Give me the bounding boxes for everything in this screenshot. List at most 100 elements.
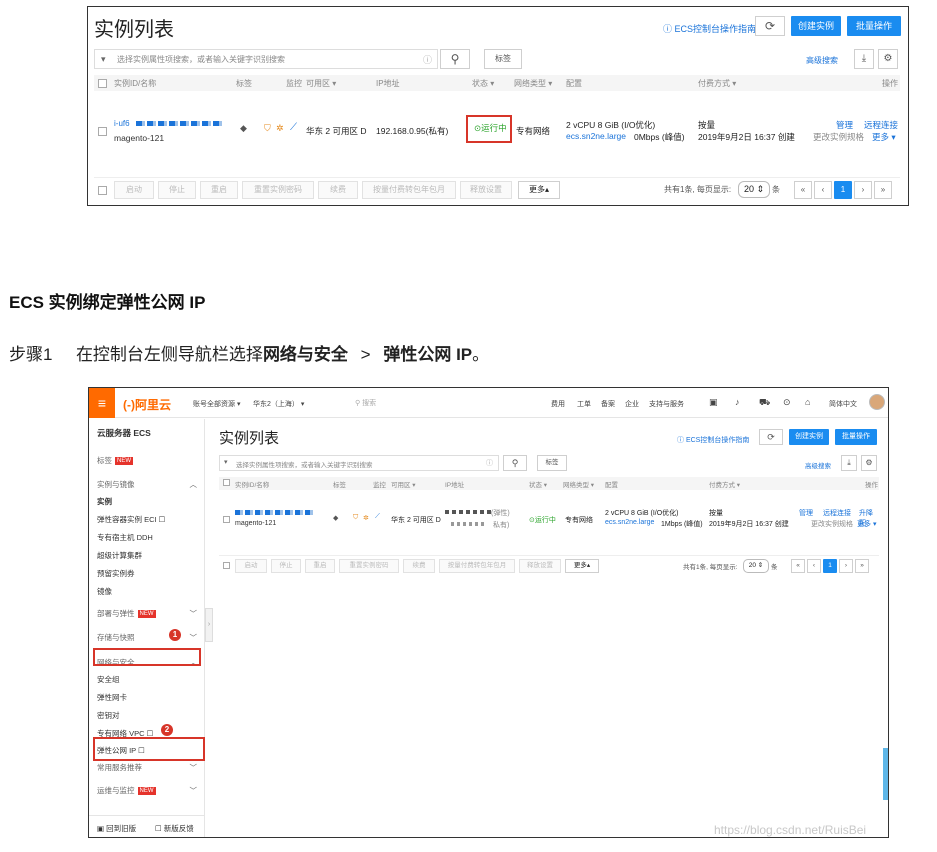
pager-next[interactable]: › — [854, 181, 872, 199]
search-input[interactable]: 选择实例属性项搜索，或者输入关键字识别搜索 — [236, 459, 373, 469]
sidebar-item-ddh[interactable]: 专有宿主机 DDH — [97, 532, 153, 543]
settings-button[interactable]: ⚙ — [878, 49, 898, 69]
search-input[interactable]: 选择实例属性项搜索，或者输入关键字识别搜索 — [117, 54, 285, 65]
nav-fees[interactable]: 费用 — [551, 399, 565, 409]
stop-button[interactable]: 停止 — [271, 559, 301, 573]
search-button[interactable]: ⚲ — [440, 49, 470, 69]
search-box[interactable]: ▾ 选择实例属性项搜索，或者输入关键字识别搜索 ⓘ — [219, 455, 499, 471]
restart-button[interactable]: 重启 — [305, 559, 335, 573]
floating-side-widget[interactable] — [883, 748, 888, 800]
language-switch[interactable]: 简体中文 — [829, 399, 857, 409]
change-spec-text[interactable]: 更改实例规格 — [811, 519, 853, 529]
reset-password-button[interactable]: 重置实例密码 — [242, 181, 314, 199]
bell-icon[interactable]: ♪ — [735, 397, 740, 407]
col-zone[interactable]: 可用区 ▾ — [391, 479, 416, 489]
reset-password-button[interactable]: 重置实例密码 — [339, 559, 399, 573]
tag-icon[interactable]: ◆ — [333, 514, 338, 522]
help-icon[interactable]: ⊙ — [783, 397, 791, 408]
aliyun-logo[interactable]: (-)阿里云 — [123, 396, 171, 413]
guide-link[interactable]: ⓘ ECS控制台操作指南 — [677, 435, 749, 445]
more-actions-button[interactable]: 更多▴ — [565, 559, 599, 573]
more-link[interactable]: 更多 ▾ — [857, 519, 876, 529]
sidebar-group-recommended[interactable]: 常用服务推荐 ﹀ — [97, 762, 197, 773]
tag-button[interactable]: 标签 — [484, 49, 522, 69]
pager-prev[interactable]: ‹ — [814, 181, 832, 199]
pager-last[interactable]: » — [874, 181, 892, 199]
start-button[interactable]: 启动 — [235, 559, 267, 573]
pager-current[interactable]: 1 — [823, 559, 837, 573]
more-actions-button[interactable]: 更多▴ — [518, 181, 560, 199]
batch-operation-button[interactable]: 批量操作 — [847, 16, 901, 36]
export-button[interactable]: ⤓ — [854, 49, 874, 69]
sidebar-item-tags[interactable]: 标签 NEW — [97, 455, 133, 466]
tag-icon[interactable]: ◆ — [240, 123, 247, 134]
sidebar-group-deploy[interactable]: 部署与弹性 NEW ﹀ — [97, 608, 197, 619]
advanced-search-link[interactable]: 高级搜索 — [806, 55, 838, 66]
refresh-button[interactable]: ⟳ — [759, 429, 783, 445]
sidebar-collapse-handle[interactable]: › — [205, 608, 213, 642]
chart-icon[interactable]: ⟋ — [290, 122, 297, 133]
settings-button[interactable]: ⚙ — [861, 455, 877, 471]
security-icon[interactable]: ⛉ — [353, 514, 358, 522]
col-status[interactable]: 状态 ▾ — [529, 479, 547, 489]
pager-current[interactable]: 1 — [834, 181, 852, 199]
convert-billing-button[interactable]: 按量付费转包年包月 — [362, 181, 456, 199]
hamburger-button[interactable]: ≡ — [89, 388, 115, 418]
col-pay[interactable]: 付费方式 ▾ — [709, 479, 740, 489]
select-all-checkbox[interactable] — [223, 479, 230, 486]
col-network[interactable]: 网络类型 ▾ — [563, 479, 594, 489]
page-size-select[interactable]: 20 ⇕ — [738, 181, 770, 198]
renew-button[interactable]: 续费 — [318, 181, 358, 199]
terminal-icon[interactable]: ▣ — [709, 397, 718, 408]
row-checkbox[interactable] — [223, 516, 230, 523]
col-zone[interactable]: 可用区 ▾ — [306, 78, 336, 89]
monitor-gear-icon[interactable]: ✲ — [363, 514, 369, 522]
pager-next[interactable]: › — [839, 559, 853, 573]
sidebar-item-instances[interactable]: 实例 — [97, 496, 112, 507]
sidebar-group-ops[interactable]: 运维与监控 NEW ﹀ — [97, 785, 197, 796]
config-type[interactable]: ecs.sn2ne.large — [566, 131, 626, 141]
sidebar-item-keypair[interactable]: 密钥对 — [97, 710, 120, 721]
pager-prev[interactable]: ‹ — [807, 559, 821, 573]
global-search[interactable]: ⚲ 搜索 — [355, 398, 376, 408]
stop-button[interactable]: 停止 — [158, 181, 196, 199]
remote-connect-link[interactable]: 远程连接 — [864, 119, 898, 131]
col-pay[interactable]: 付费方式 ▾ — [698, 78, 736, 89]
sidebar-item-images[interactable]: 镜像 — [97, 586, 112, 597]
footer-checkbox[interactable] — [223, 562, 230, 569]
account-resources-dropdown[interactable]: 账号全部资源 ▾ — [193, 399, 240, 409]
new-version-feedback[interactable]: ☐ 新版反馈 — [155, 823, 194, 834]
remote-connect-link[interactable]: 远程连接 — [823, 508, 851, 518]
change-spec-text[interactable]: 更改实例规格 — [813, 131, 864, 143]
manage-link[interactable]: 管理 — [799, 508, 813, 518]
tag-button[interactable]: 标签 — [537, 455, 567, 471]
nav-tickets[interactable]: 工单 — [577, 399, 591, 409]
monitor-gear-icon[interactable]: ✲ — [276, 123, 284, 134]
manage-link[interactable]: 管理 — [836, 119, 853, 131]
sidebar-group-instances-images[interactable]: 实例与镜像 ︿ — [97, 479, 197, 490]
create-instance-button[interactable]: 创建实例 — [791, 16, 841, 36]
advanced-search-link[interactable]: 高级搜索 — [805, 460, 831, 470]
footer-checkbox[interactable] — [98, 186, 107, 195]
release-settings-button[interactable]: 释放设置 — [519, 559, 561, 573]
create-instance-button[interactable]: 创建实例 — [789, 429, 829, 445]
pager-first[interactable]: « — [791, 559, 805, 573]
batch-operation-button[interactable]: 批量操作 — [835, 429, 877, 445]
cart-icon[interactable]: ⛟ — [759, 397, 770, 409]
sidebar-item-reserved[interactable]: 预留实例券 — [97, 568, 135, 579]
sidebar-item-scc[interactable]: 超级计算集群 — [97, 550, 142, 561]
sidebar-group-storage[interactable]: 存储与快照 ﹀ — [97, 632, 197, 643]
restart-button[interactable]: 重启 — [200, 181, 238, 199]
more-link[interactable]: 更多 ▾ — [872, 131, 896, 143]
config-type[interactable]: ecs.sn2ne.large — [605, 519, 654, 526]
avatar[interactable] — [869, 394, 885, 410]
col-status[interactable]: 状态 ▾ — [472, 78, 494, 89]
instance-id[interactable]: i-uf6 — [114, 119, 130, 128]
export-button[interactable]: ⤓ — [841, 455, 857, 471]
sidebar-item-eni[interactable]: 弹性网卡 — [97, 692, 127, 703]
search-box[interactable]: ▾ 选择实例属性项搜索，或者输入关键字识别搜索 ⓘ — [94, 49, 438, 69]
home-icon[interactable]: ⌂ — [805, 397, 810, 407]
select-all-checkbox[interactable] — [98, 79, 107, 88]
back-to-old-version[interactable]: ▣ 回到旧版 — [97, 823, 136, 834]
release-settings-button[interactable]: 释放设置 — [460, 181, 512, 199]
